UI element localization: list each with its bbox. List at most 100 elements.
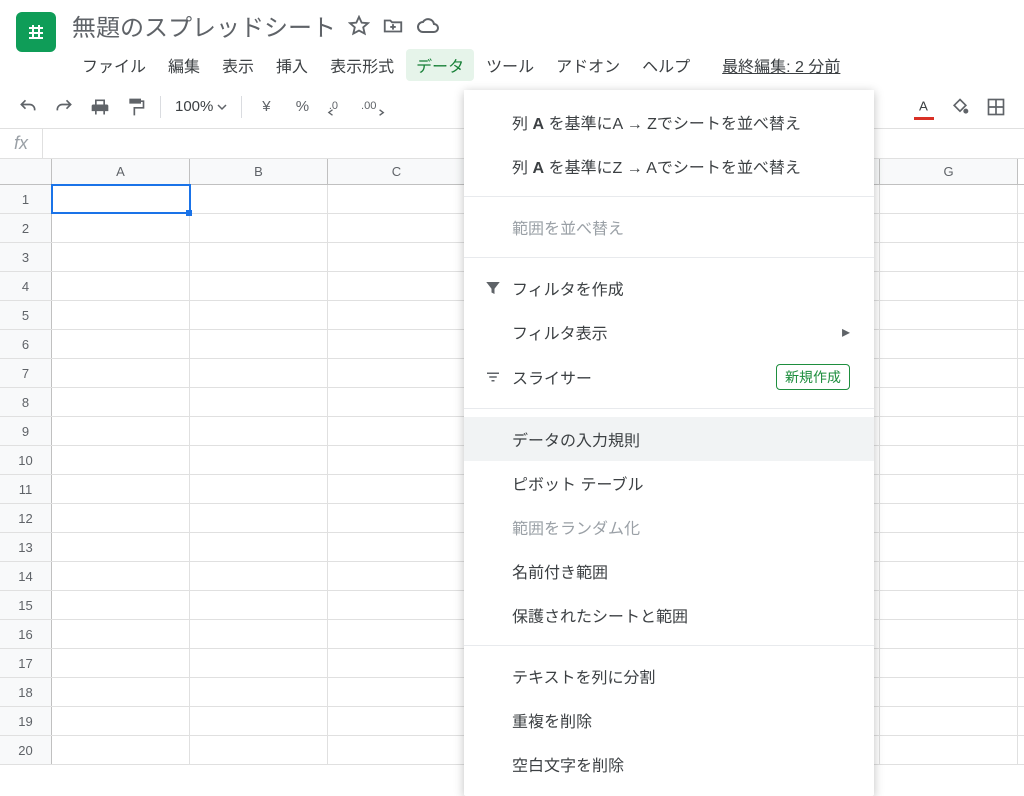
last-edit-link[interactable]: 最終編集: 2 分前 [722,53,840,77]
star-icon[interactable] [348,15,370,37]
cell[interactable] [880,707,1018,735]
row-header[interactable]: 4 [0,272,52,300]
cell[interactable] [880,446,1018,474]
print-button[interactable] [84,92,116,122]
row-header[interactable]: 10 [0,446,52,474]
cell[interactable] [880,591,1018,619]
menu-insert[interactable]: 挿入 [266,49,318,81]
cell[interactable] [190,330,328,358]
row-header[interactable]: 16 [0,620,52,648]
currency-button[interactable]: ¥ [250,92,282,122]
menu-slicer[interactable]: スライサー新規作成 [464,354,874,400]
cell[interactable] [190,736,328,764]
cell[interactable] [190,620,328,648]
cell[interactable] [52,562,190,590]
cell[interactable] [52,591,190,619]
menu-file[interactable]: ファイル [72,49,156,81]
select-all-corner[interactable] [0,159,52,184]
row-header[interactable]: 11 [0,475,52,503]
cell[interactable] [880,504,1018,532]
col-header-A[interactable]: A [52,159,190,184]
menu-sort-az[interactable]: 列 A を基準にA → Zでシートを並べ替え [464,100,874,144]
cell[interactable] [880,301,1018,329]
paint-format-button[interactable] [120,92,152,122]
cell[interactable] [52,417,190,445]
cell[interactable] [328,475,466,503]
cell[interactable] [190,272,328,300]
row-header[interactable]: 2 [0,214,52,242]
cell[interactable] [328,678,466,706]
row-header[interactable]: 5 [0,301,52,329]
row-header[interactable]: 19 [0,707,52,735]
cell[interactable] [880,417,1018,445]
cell[interactable] [328,446,466,474]
menu-addons[interactable]: アドオン [546,49,630,81]
increase-decimal-button[interactable]: .00 [358,92,390,122]
col-header-C[interactable]: C [328,159,466,184]
row-header[interactable]: 14 [0,562,52,590]
menu-tools[interactable]: ツール [476,49,544,81]
cell[interactable] [190,301,328,329]
menu-protected-sheets[interactable]: 保護されたシートと範囲 [464,593,874,637]
cell[interactable] [880,214,1018,242]
row-header[interactable]: 18 [0,678,52,706]
cell[interactable] [328,330,466,358]
row-header[interactable]: 6 [0,330,52,358]
doc-title[interactable]: 無題のスプレッドシート [72,8,336,43]
cell[interactable] [328,707,466,735]
cell[interactable] [190,359,328,387]
percent-button[interactable]: % [286,92,318,122]
cell[interactable] [880,330,1018,358]
cell[interactable] [190,533,328,561]
cell[interactable] [52,301,190,329]
menu-format[interactable]: 表示形式 [320,49,404,81]
cell[interactable] [328,533,466,561]
menu-view[interactable]: 表示 [212,49,264,81]
cell[interactable] [328,185,466,213]
cell[interactable] [328,504,466,532]
cell[interactable] [880,562,1018,590]
cell[interactable] [880,533,1018,561]
cell[interactable] [880,185,1018,213]
cell[interactable] [190,214,328,242]
cell[interactable] [880,272,1018,300]
col-header-G[interactable]: G [880,159,1018,184]
cell[interactable] [52,475,190,503]
cell[interactable] [880,649,1018,677]
menu-trim-whitespace[interactable]: 空白文字を削除 [464,742,874,786]
menu-create-filter[interactable]: フィルタを作成 [464,266,874,310]
cell[interactable] [52,272,190,300]
cell[interactable] [880,736,1018,764]
cell[interactable] [190,562,328,590]
row-header[interactable]: 7 [0,359,52,387]
cell[interactable] [190,707,328,735]
cell[interactable] [190,649,328,677]
cell[interactable] [52,214,190,242]
cell[interactable] [328,272,466,300]
cell[interactable] [190,446,328,474]
cell[interactable] [328,620,466,648]
row-header[interactable]: 15 [0,591,52,619]
sheets-logo[interactable] [16,12,56,52]
text-color-button[interactable]: A [908,92,940,122]
cell[interactable] [328,214,466,242]
menu-data-validation[interactable]: データの入力規則 [464,417,874,461]
cell[interactable] [190,504,328,532]
menu-help[interactable]: ヘルプ [632,49,700,81]
cell[interactable] [880,620,1018,648]
cell[interactable] [328,243,466,271]
cell[interactable] [328,591,466,619]
cell[interactable] [880,388,1018,416]
row-header[interactable]: 13 [0,533,52,561]
cell[interactable] [52,649,190,677]
row-header[interactable]: 12 [0,504,52,532]
cell[interactable] [52,330,190,358]
cell[interactable] [52,446,190,474]
cell[interactable] [190,591,328,619]
cell[interactable] [52,243,190,271]
col-header-B[interactable]: B [190,159,328,184]
row-header[interactable]: 8 [0,388,52,416]
cell[interactable] [190,243,328,271]
cell[interactable] [52,533,190,561]
cell[interactable] [328,388,466,416]
